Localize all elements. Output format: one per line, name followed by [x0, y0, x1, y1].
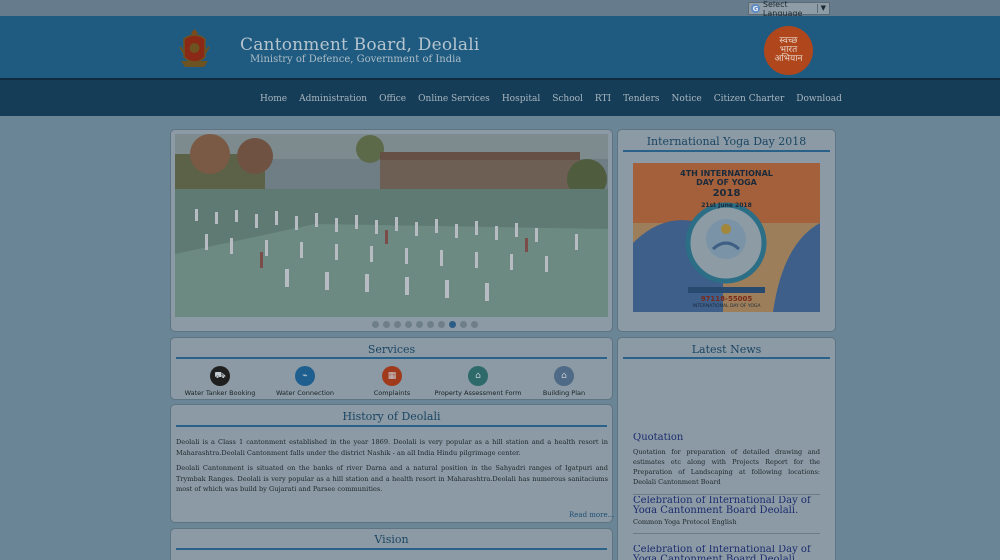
- slider-dot[interactable]: [471, 321, 478, 328]
- yoga-day-poster[interactable]: 4TH INTERNATIONAL DAY OF YOGA 2018 21st …: [633, 163, 820, 312]
- latest-news-title: Latest News: [691, 343, 762, 356]
- slider-dot[interactable]: [383, 321, 390, 328]
- service-complaints[interactable]: ▦ Complaints: [362, 366, 422, 397]
- service-property-assessment[interactable]: ⌂ Property Assessment Form: [432, 366, 524, 397]
- news-item-title[interactable]: Quotation: [633, 433, 683, 443]
- building-icon: ▦: [382, 366, 402, 386]
- site-title: Cantonment Board, Deolali: [240, 35, 480, 55]
- service-building-plan[interactable]: ⌂ Building Plan: [536, 366, 592, 397]
- language-selector-label: Select Language: [762, 0, 803, 18]
- nav-home[interactable]: Home: [260, 94, 287, 104]
- nav-tenders[interactable]: Tenders: [623, 94, 659, 104]
- nav-online-services[interactable]: Online Services: [418, 94, 490, 104]
- history-title: History of Deolali: [342, 410, 441, 423]
- nav-citizen-charter[interactable]: Citizen Charter: [714, 94, 785, 104]
- yoga-day-title: International Yoga Day 2018: [646, 135, 807, 148]
- site-header: [0, 16, 1000, 78]
- news-item-text: Common Yoga Protocol English: [633, 518, 737, 526]
- nav-hospital[interactable]: Hospital: [502, 94, 540, 104]
- slider-dots: [372, 321, 482, 328]
- nav-download[interactable]: Download: [796, 94, 842, 104]
- tap-icon: ⌁: [295, 366, 315, 386]
- history-paragraph-2: Deolali Cantonment is situated on the ba…: [176, 464, 608, 493]
- main-nav: Home Administration Office Online Servic…: [0, 78, 1000, 116]
- service-water-connection[interactable]: ⌁ Water Connection: [270, 366, 340, 397]
- property-icon: ⌂: [468, 366, 488, 386]
- vision-title: Vision: [374, 533, 409, 546]
- slider-dot[interactable]: [427, 321, 434, 328]
- top-bar: G Select Language ▼: [0, 0, 1000, 18]
- nav-school[interactable]: School: [552, 94, 583, 104]
- slider-dot[interactable]: [394, 321, 401, 328]
- house-icon: ⌂: [554, 366, 574, 386]
- news-item-title[interactable]: Celebration of International Day of Yoga…: [633, 496, 820, 513]
- slider-dot-active[interactable]: [449, 321, 456, 328]
- language-selector[interactable]: G Select Language ▼: [748, 0, 830, 18]
- vision-panel: Vision: [170, 528, 613, 560]
- poster-year: 2018: [712, 188, 741, 199]
- slider-dot[interactable]: [372, 321, 379, 328]
- poster-date: 21st June 2018: [701, 202, 752, 209]
- poster-heading-line2: DAY OF YOGA: [696, 178, 757, 187]
- poster-phone: 97118-55005: [700, 295, 753, 303]
- slider-dot[interactable]: [416, 321, 423, 328]
- slider-dot[interactable]: [405, 321, 412, 328]
- news-item-title[interactable]: Celebration of International Day of Yoga…: [633, 545, 820, 560]
- truck-icon: ⛟: [210, 366, 230, 386]
- nav-office[interactable]: Office: [379, 94, 406, 104]
- cantonment-emblem-icon: [179, 29, 210, 67]
- swachh-bharat-badge[interactable]: स्वच्छ भारत अभियान: [764, 26, 813, 75]
- chevron-down-icon: ▼: [820, 4, 826, 12]
- google-icon: G: [751, 4, 760, 13]
- nav-rti[interactable]: RTI: [595, 94, 611, 104]
- slider-dot[interactable]: [460, 321, 467, 328]
- news-item-text: Quotation for preparation of detailed dr…: [633, 448, 820, 486]
- services-title: Services: [367, 343, 416, 356]
- read-more-link[interactable]: Read more...: [569, 511, 614, 519]
- slider-image[interactable]: [175, 134, 608, 317]
- history-paragraph-1: Deolali is a Class 1 cantonment establis…: [176, 438, 608, 457]
- site-subtitle: Ministry of Defence, Government of India: [250, 54, 462, 65]
- poster-heading-line1: 4TH INTERNATIONAL: [680, 169, 773, 178]
- nav-administration[interactable]: Administration: [299, 94, 367, 104]
- nav-notice[interactable]: Notice: [672, 94, 702, 104]
- poster-footer: INTERNATIONAL DAY OF YOGA: [692, 304, 761, 309]
- slider-dot[interactable]: [438, 321, 445, 328]
- service-water-tanker[interactable]: ⛟ Water Tanker Booking: [180, 366, 260, 397]
